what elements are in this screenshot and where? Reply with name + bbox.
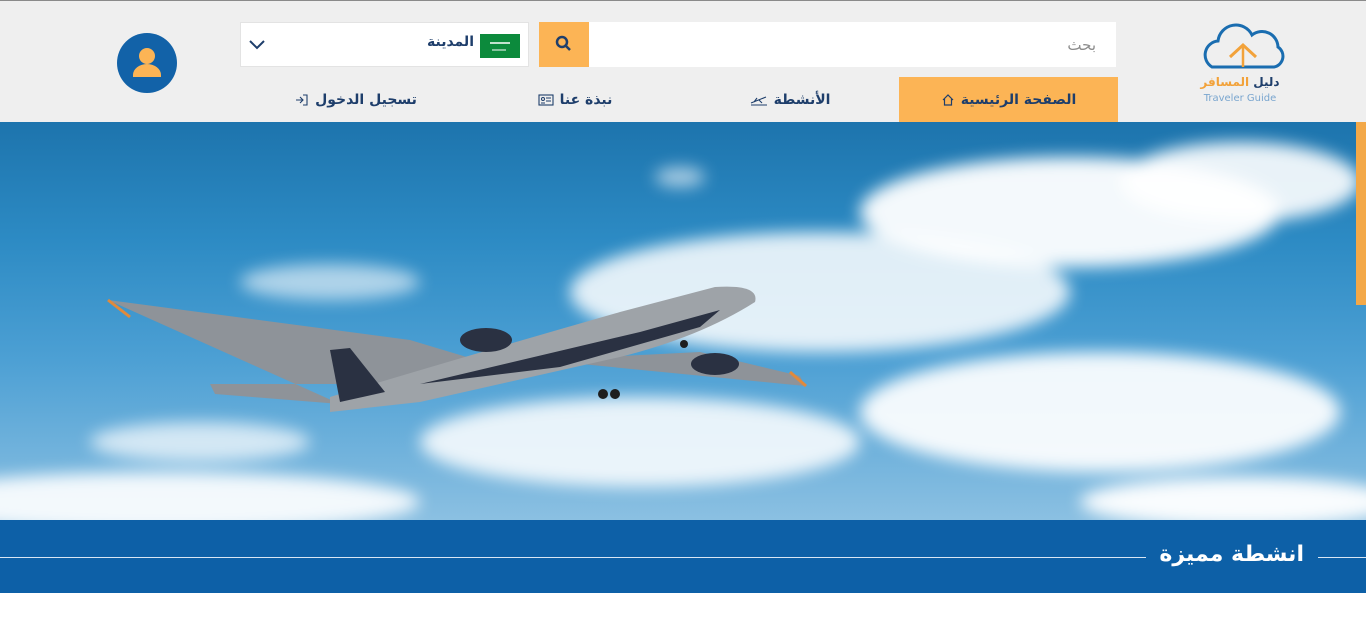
city-select[interactable]: المدينة (240, 22, 529, 67)
section-title: انشطة مميزة (1159, 542, 1304, 567)
hero-banner (0, 122, 1366, 520)
nav-activities-label: الأنشطة (773, 92, 831, 108)
site-header: المدينة الصفحة الرئيسية الأنشطة نبذة عنا (0, 0, 1366, 123)
user-icon (133, 48, 161, 77)
plane-icon (750, 96, 767, 106)
page-scrollbar-thumb[interactable] (1356, 122, 1366, 305)
logo-ar-main: دليل (1253, 75, 1280, 89)
login-icon (296, 94, 308, 106)
user-avatar-button[interactable] (117, 33, 177, 93)
chevron-down-icon (249, 40, 265, 50)
nav-login[interactable]: تسجيل الدخول (283, 77, 429, 123)
nav-home[interactable]: الصفحة الرئيسية (899, 77, 1118, 123)
saudi-arabia-flag-icon (480, 34, 520, 58)
logo-arabic-text: دليل المسافر (1200, 75, 1280, 89)
home-icon (942, 94, 954, 106)
logo-english-text: Traveler Guide (1203, 93, 1277, 104)
nav-activities[interactable]: الأنشطة (720, 77, 860, 123)
search-icon (555, 35, 571, 51)
divider-line-right (1318, 557, 1366, 558)
divider-line-left (0, 557, 1146, 558)
logo-ar-accent: المسافر (1200, 75, 1250, 89)
hero-image (0, 142, 1366, 520)
airplane-icon (107, 286, 807, 412)
nav-about[interactable]: نبذة عنا (510, 77, 640, 123)
nav-about-label: نبذة عنا (559, 92, 613, 108)
search-button[interactable] (539, 22, 589, 67)
nav-login-label: تسجيل الدخول (315, 92, 417, 108)
search-input[interactable] (589, 22, 1116, 67)
city-label: المدينة (427, 34, 474, 50)
nav-home-label: الصفحة الرئيسية (960, 92, 1077, 108)
id-card-icon (538, 94, 554, 106)
featured-activities-header: انشطة مميزة (0, 520, 1366, 593)
